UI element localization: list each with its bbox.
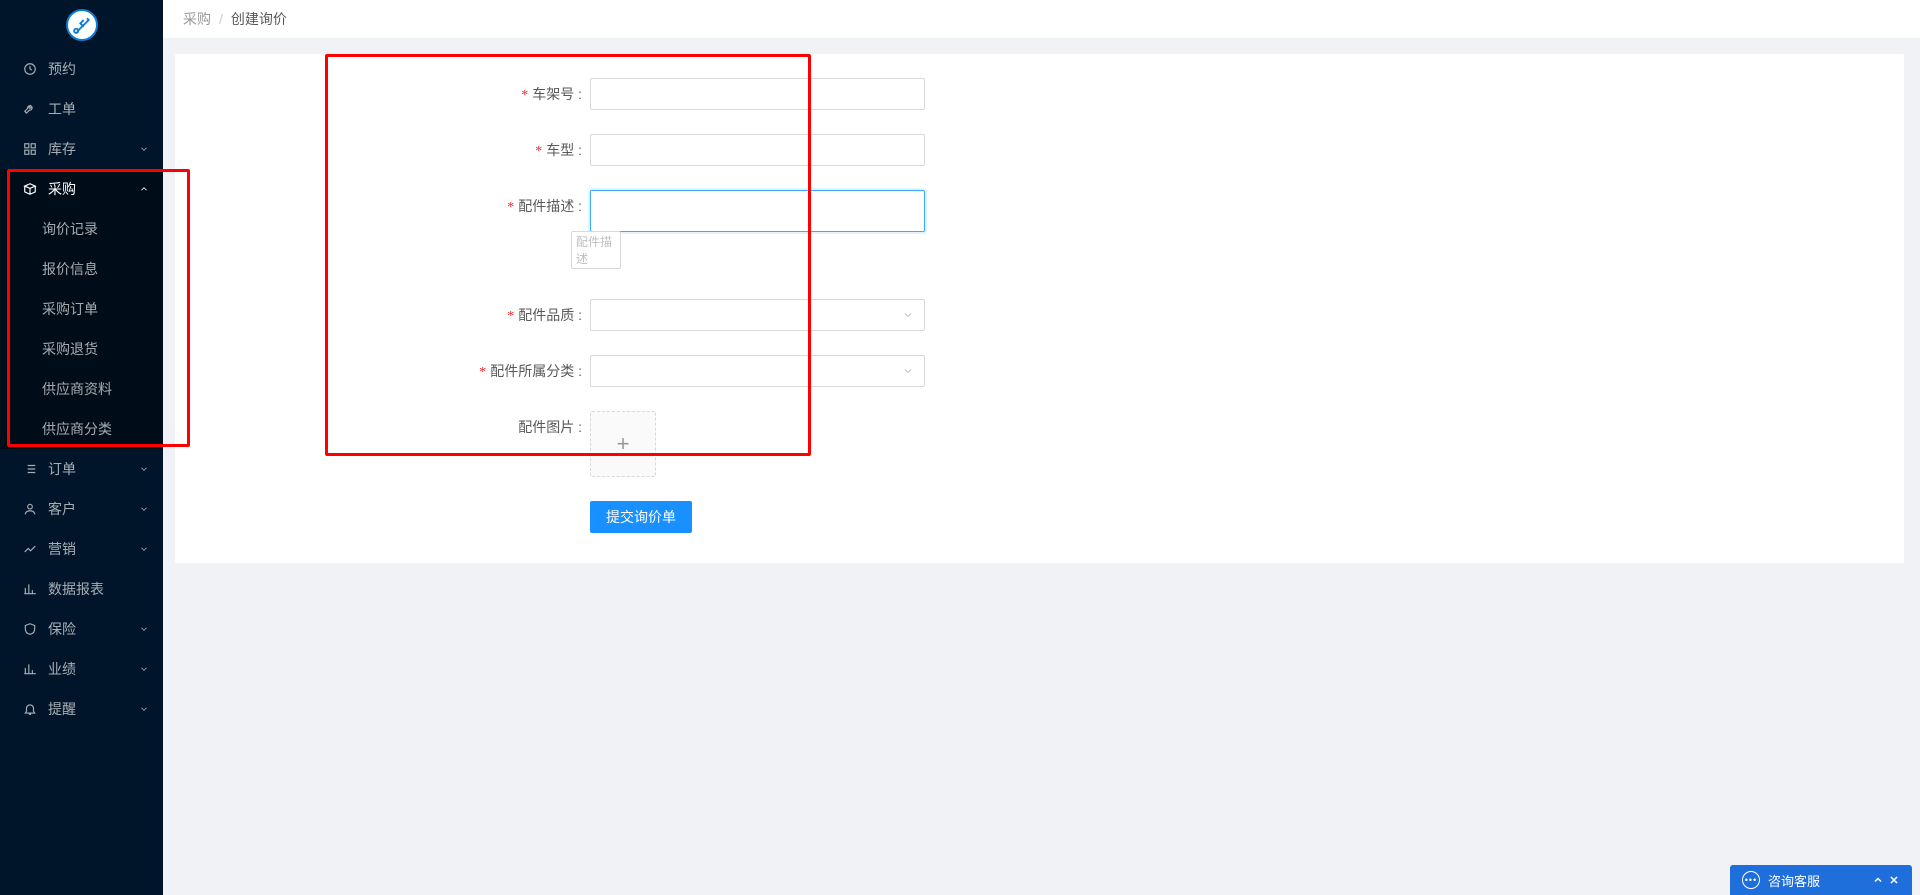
chat-widget[interactable]: ••• 咨询客服 (1730, 865, 1912, 895)
form-panel: *车架号 : *车型 : *配件描述 : 配件描述 (175, 54, 1904, 563)
image-label: 配件图片 : (195, 411, 590, 437)
trend-icon (22, 541, 38, 557)
menu-label: 工单 (48, 99, 149, 119)
desc-label: *配件描述 : (195, 190, 590, 216)
sidebar-item-order[interactable]: 订单 (0, 449, 163, 489)
model-input[interactable] (590, 134, 925, 166)
menu-label: 保险 (48, 619, 139, 639)
chat-label: 咨询客服 (1768, 871, 1820, 890)
quality-select[interactable] (590, 299, 925, 331)
submenu-item-purchase-order[interactable]: 采购订单 (0, 289, 163, 329)
grid-icon (22, 141, 38, 157)
menu-label: 预约 (48, 59, 149, 79)
plus-icon: + (617, 431, 630, 457)
submenu-item-quotation[interactable]: 报价信息 (0, 249, 163, 289)
chart-icon (22, 661, 38, 677)
menu-label: 业绩 (48, 659, 139, 679)
chevron-down-icon (902, 309, 914, 321)
sidebar-item-appointment[interactable]: 预约 (0, 49, 163, 89)
menu-label: 采购 (48, 179, 139, 199)
menu-label: 库存 (48, 139, 139, 159)
submenu-item-supplier-category[interactable]: 供应商分类 (0, 409, 163, 449)
image-upload[interactable]: + (590, 411, 656, 477)
logo-icon (66, 9, 98, 41)
category-label: *配件所属分类 : (195, 355, 590, 381)
wrench-icon (22, 101, 38, 117)
list-icon (22, 461, 38, 477)
bell-icon (22, 701, 38, 717)
model-label: *车型 : (195, 134, 590, 160)
breadcrumb-parent[interactable]: 采购 (183, 9, 211, 29)
submit-button[interactable]: 提交询价单 (590, 501, 692, 533)
category-select[interactable] (590, 355, 925, 387)
menu-label: 数据报表 (48, 579, 149, 599)
breadcrumb-separator: / (219, 11, 223, 27)
chevron-down-icon (902, 365, 914, 377)
menu-label: 提醒 (48, 699, 139, 719)
shield-icon (22, 621, 38, 637)
chevron-up-icon (139, 184, 149, 194)
vin-label: *车架号 : (195, 78, 590, 104)
desc-tooltip: 配件描述 (571, 231, 621, 269)
sidebar-item-purchase[interactable]: 采购 (0, 169, 163, 209)
submenu-item-purchase-return[interactable]: 采购退货 (0, 329, 163, 369)
quality-label: *配件品质 : (195, 299, 590, 325)
main: 采购 / 创建询价 *车架号 : *车型 : *配件描述 : (163, 0, 1920, 895)
sidebar-item-reports[interactable]: 数据报表 (0, 569, 163, 609)
main-menu: 预约 工单 库存 采购 (0, 49, 163, 729)
breadcrumb-current: 创建询价 (231, 9, 287, 29)
submenu-item-supplier-profile[interactable]: 供应商资料 (0, 369, 163, 409)
sidebar-item-insurance[interactable]: 保险 (0, 609, 163, 649)
sidebar-item-workorder[interactable]: 工单 (0, 89, 163, 129)
menu-label: 订单 (48, 459, 139, 479)
user-icon (22, 501, 38, 517)
chevron-down-icon (139, 624, 149, 634)
vin-input[interactable] (590, 78, 925, 110)
chevron-down-icon (139, 144, 149, 154)
chevron-down-icon (139, 464, 149, 474)
chevron-down-icon (139, 664, 149, 674)
sidebar-item-reminder[interactable]: 提醒 (0, 689, 163, 729)
clock-icon (22, 61, 38, 77)
sidebar-item-inventory[interactable]: 库存 (0, 129, 163, 169)
chevron-down-icon (139, 504, 149, 514)
logo (0, 0, 163, 49)
sidebar-item-customer[interactable]: 客户 (0, 489, 163, 529)
menu-label: 营销 (48, 539, 139, 559)
breadcrumb: 采购 / 创建询价 (163, 0, 1920, 38)
package-icon (22, 181, 38, 197)
sidebar-item-marketing[interactable]: 营销 (0, 529, 163, 569)
menu-label: 客户 (48, 499, 139, 519)
sidebar: 预约 工单 库存 采购 (0, 0, 163, 895)
chat-icon: ••• (1742, 871, 1760, 889)
chevron-down-icon (139, 704, 149, 714)
inquiry-form: *车架号 : *车型 : *配件描述 : 配件描述 (195, 78, 955, 533)
sidebar-item-performance[interactable]: 业绩 (0, 649, 163, 689)
submenu-item-inquiry-records[interactable]: 询价记录 (0, 209, 163, 249)
chart-icon (22, 581, 38, 597)
chevron-down-icon (139, 544, 149, 554)
chat-expand-icon[interactable] (1872, 874, 1888, 886)
submenu-purchase: 询价记录 报价信息 采购订单 采购退货 供应商资料 供应商分类 (0, 209, 163, 449)
chat-close-icon[interactable] (1888, 874, 1904, 886)
desc-textarea[interactable] (590, 190, 925, 232)
